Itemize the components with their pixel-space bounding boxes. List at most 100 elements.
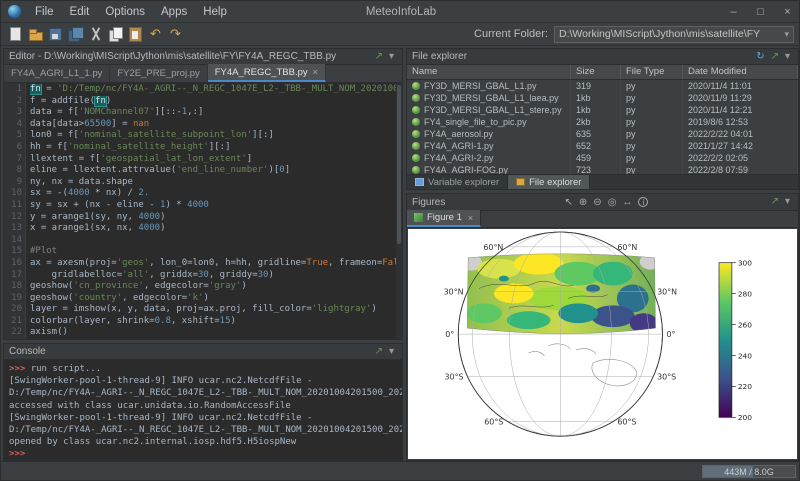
column-header[interactable]: Date Modified xyxy=(683,65,798,79)
select-arrow-icon[interactable]: ↖ xyxy=(562,194,576,211)
cut-icon[interactable] xyxy=(86,25,105,44)
save-icon[interactable] xyxy=(46,25,65,44)
editor-tab[interactable]: FY2E_PRE_proj.py xyxy=(110,64,207,82)
console-line: [SwingWorker-pool-1-thread-9] INFO ucar.… xyxy=(9,412,402,424)
editor-tab[interactable]: FY4A_AGRI_L1_1.py xyxy=(4,64,110,82)
column-header[interactable]: Name xyxy=(407,65,571,79)
memory-indicator[interactable]: 443M / 8.0G xyxy=(702,465,796,478)
float-panel-icon[interactable]: ↗ xyxy=(768,194,782,210)
table-row[interactable]: FY4_single_file_to_pic.py2kbpy2019/8/6 1… xyxy=(407,116,798,128)
editor-scrollbar[interactable] xyxy=(396,83,402,339)
file-date-cell: 2022/2/22 04:01 xyxy=(683,128,798,140)
latitude-label: 60°S xyxy=(617,417,636,426)
editor-tab-bar: FY4A_AGRI_L1_1.pyFY2E_PRE_proj.pyFY4A_RE… xyxy=(4,65,402,83)
colorbar-tick-label: 240 xyxy=(738,351,752,360)
collapse-panel-icon[interactable]: ▾ xyxy=(386,344,397,360)
refresh-icon[interactable]: ↻ xyxy=(753,49,767,65)
line-number: 8 xyxy=(4,165,22,177)
file-explorer-title: File explorer xyxy=(412,51,467,62)
code-line xyxy=(30,235,402,247)
column-header[interactable]: Size xyxy=(571,65,621,79)
identify-icon[interactable]: i xyxy=(638,197,648,207)
console-output[interactable]: >>> run script... [SwingWorker-pool-1-thr… xyxy=(4,360,402,460)
figures-panel-header: Figures ↖⊕⊖◎↔i ↗ ▾ xyxy=(407,194,798,211)
figure-canvas[interactable]: 300280260240220200 60°N60°N30°N30°N0°0°3… xyxy=(408,229,797,459)
line-number: 17 xyxy=(4,270,22,282)
file-name: FY4_single_file_to_pic.py xyxy=(424,116,527,128)
table-row[interactable]: FY3D_MERSI_GBAL_L1_laea.py1kbpy2020/11/9… xyxy=(407,92,798,104)
main-toolbar: ↶↷ Current Folder: D:\Working\MIScript\J… xyxy=(1,23,800,46)
python-file-icon xyxy=(412,154,420,162)
column-header[interactable]: File Type xyxy=(621,65,683,79)
line-number: 4 xyxy=(4,119,22,131)
figure-tab-bar: Figure 1 × xyxy=(407,211,798,228)
tab-file-explorer[interactable]: File explorer xyxy=(508,175,590,189)
undo-icon[interactable]: ↶ xyxy=(146,25,165,44)
code-line: eline = llextent.attrvalue('end_line_num… xyxy=(30,165,402,177)
file-type-cell: py xyxy=(621,128,683,140)
close-tab-icon[interactable]: × xyxy=(313,65,318,80)
file-name-cell: FY4A_AGRI-1.py xyxy=(407,140,571,152)
code-line: gridlabelloc='all', griddx=30, griddy=30… xyxy=(30,270,402,282)
file-explorer-header: File explorer ↻ ↗ ▾ xyxy=(407,49,798,65)
collapse-panel-icon[interactable]: ▾ xyxy=(782,194,793,210)
minimize-button[interactable]: – xyxy=(720,1,747,23)
open-file-icon[interactable] xyxy=(26,25,45,44)
code-editor[interactable]: 12345678910111213141516171819202122 fn =… xyxy=(4,83,402,339)
console-line: >>> xyxy=(9,448,402,460)
save-all-icon[interactable] xyxy=(66,25,85,44)
close-tab-icon[interactable]: × xyxy=(468,213,473,223)
table-row[interactable]: FY3D_MERSI_GBAL_L1_stere.py1kbpy2020/11/… xyxy=(407,104,798,116)
code-line: y = arange1(sy, ny, 4000) xyxy=(30,212,402,224)
zoom-in-icon[interactable]: ⊕ xyxy=(576,194,590,211)
python-file-icon xyxy=(412,94,420,102)
file-type-cell: py xyxy=(621,152,683,164)
table-row[interactable]: FY4A_AGRI-1.py652py2021/1/27 14:42 xyxy=(407,140,798,152)
menu-edit[interactable]: Edit xyxy=(62,1,98,23)
editor-panel-title: Editor - D:\Working\MIScript\Jython\mis\… xyxy=(9,51,336,62)
figure-tab[interactable]: Figure 1 × xyxy=(407,210,481,227)
copy-icon[interactable] xyxy=(106,25,125,44)
current-folder-combobox[interactable]: D:\Working\MIScript\Jython\mis\satellite… xyxy=(554,26,794,43)
file-name: FY3D_MERSI_GBAL_L1_stere.py xyxy=(424,104,562,116)
file-name-cell: FY4A_aerosol.py xyxy=(407,128,571,140)
file-date-cell: 2020/11/9 11:29 xyxy=(683,92,798,104)
close-button[interactable]: × xyxy=(774,1,800,23)
file-size-cell: 635 xyxy=(571,128,621,140)
code-line: ny, nx = data.shape xyxy=(30,177,402,189)
tab-variable-explorer[interactable]: Variable explorer xyxy=(407,175,508,189)
new-file-icon[interactable] xyxy=(6,25,25,44)
chevron-down-icon[interactable]: ▾ xyxy=(784,29,789,40)
maximize-button[interactable]: □ xyxy=(747,1,774,23)
collapse-panel-icon[interactable]: ▾ xyxy=(782,49,793,65)
menu-apps[interactable]: Apps xyxy=(153,1,195,23)
redo-icon[interactable]: ↷ xyxy=(166,25,185,44)
float-panel-icon[interactable]: ↗ xyxy=(768,49,782,65)
table-row[interactable]: FY4A_aerosol.py635py2022/2/22 04:01 xyxy=(407,128,798,140)
python-file-icon xyxy=(412,106,420,114)
file-type-cell: py xyxy=(621,80,683,92)
pan-icon[interactable]: ↔ xyxy=(619,194,635,211)
code-line: hh = f['nominal_satellite_height'][:] xyxy=(30,142,402,154)
file-size-cell: 1kb xyxy=(571,92,621,104)
float-panel-icon[interactable]: ↗ xyxy=(372,49,386,65)
menu-help[interactable]: Help xyxy=(195,1,235,23)
file-size-cell: 459 xyxy=(571,152,621,164)
float-panel-icon[interactable]: ↗ xyxy=(372,344,386,360)
table-row[interactable]: FY4A_AGRI-2.py459py2022/2/2 02:05 xyxy=(407,152,798,164)
zoom-out-icon[interactable]: ⊖ xyxy=(590,194,604,211)
console-line: >>> run script... xyxy=(9,363,402,375)
python-file-icon xyxy=(412,118,420,126)
table-row[interactable]: FY3D_MERSI_GBAL_L1.py319py2020/11/4 11:0… xyxy=(407,80,798,92)
collapse-panel-icon[interactable]: ▾ xyxy=(386,49,397,65)
menu-file[interactable]: File xyxy=(27,1,62,23)
globe-icon[interactable]: ◎ xyxy=(605,194,620,211)
console-line: accessed with class ucar.unidata.io.Rand… xyxy=(9,400,402,412)
menu-options[interactable]: Options xyxy=(97,1,153,23)
line-number: 5 xyxy=(4,130,22,142)
editor-tab[interactable]: FY4A_REGC_TBB.py× xyxy=(208,64,326,82)
file-name-cell: FY3D_MERSI_GBAL_L1_stere.py xyxy=(407,104,571,116)
code-area[interactable]: fn = 'D:/Temp/nc/FY4A-_AGRI--_N_REGC_104… xyxy=(26,83,402,339)
paste-icon[interactable] xyxy=(126,25,145,44)
folder-icon xyxy=(516,178,525,186)
